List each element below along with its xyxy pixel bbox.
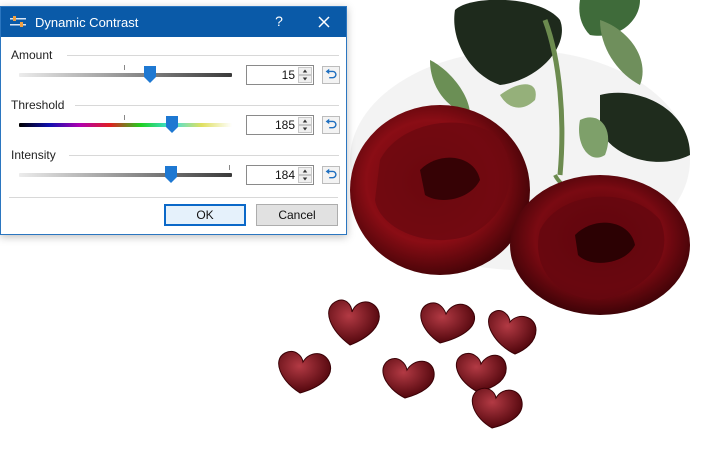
intensity-value[interactable]: 184 xyxy=(275,168,295,182)
close-icon[interactable] xyxy=(314,12,334,32)
group-divider xyxy=(75,105,339,106)
threshold-group: Threshold 185 xyxy=(9,95,340,145)
amount-slider[interactable] xyxy=(19,73,232,77)
reset-intensity-icon[interactable] xyxy=(322,166,340,184)
threshold-slider-thumb[interactable] xyxy=(166,116,178,133)
amount-label: Amount xyxy=(11,48,53,62)
cancel-button[interactable]: Cancel xyxy=(256,204,338,226)
intensity-slider-thumb[interactable] xyxy=(165,166,177,183)
spin-up-icon[interactable] xyxy=(298,117,312,125)
amount-spinbox[interactable]: 15 xyxy=(246,65,314,85)
spin-down-icon[interactable] xyxy=(298,125,312,133)
dynamic-contrast-dialog: Dynamic Contrast ? Amount 15 Threshold 1… xyxy=(0,6,347,235)
spin-down-icon[interactable] xyxy=(298,175,312,183)
spin-down-icon[interactable] xyxy=(298,75,312,83)
reset-amount-icon[interactable] xyxy=(322,66,340,84)
slider-tick xyxy=(124,115,125,120)
intensity-group: Intensity 184 xyxy=(9,145,340,195)
adjust-sliders-icon xyxy=(10,16,26,27)
ok-button[interactable]: OK xyxy=(164,204,246,226)
threshold-value[interactable]: 185 xyxy=(275,118,295,132)
help-button[interactable]: ? xyxy=(271,13,287,31)
slider-tick xyxy=(229,165,230,170)
spin-up-icon[interactable] xyxy=(298,167,312,175)
spin-arrows xyxy=(298,117,312,133)
slider-tick xyxy=(124,65,125,70)
amount-slider-thumb[interactable] xyxy=(144,66,156,83)
buttons-divider xyxy=(9,197,338,198)
spin-up-icon[interactable] xyxy=(298,67,312,75)
intensity-label: Intensity xyxy=(11,148,56,162)
amount-group: Amount 15 xyxy=(9,45,340,95)
spin-arrows xyxy=(298,167,312,183)
title-bar[interactable]: Dynamic Contrast ? xyxy=(1,7,346,37)
dialog-title: Dynamic Contrast xyxy=(35,14,139,30)
threshold-slider[interactable] xyxy=(19,123,232,127)
intensity-slider[interactable] xyxy=(19,173,232,177)
group-divider xyxy=(67,55,339,56)
spin-arrows xyxy=(298,67,312,83)
threshold-label: Threshold xyxy=(11,98,65,112)
group-divider xyxy=(69,155,339,156)
intensity-spinbox[interactable]: 184 xyxy=(246,165,314,185)
amount-value[interactable]: 15 xyxy=(282,68,295,82)
threshold-spinbox[interactable]: 185 xyxy=(246,115,314,135)
reset-threshold-icon[interactable] xyxy=(322,116,340,134)
